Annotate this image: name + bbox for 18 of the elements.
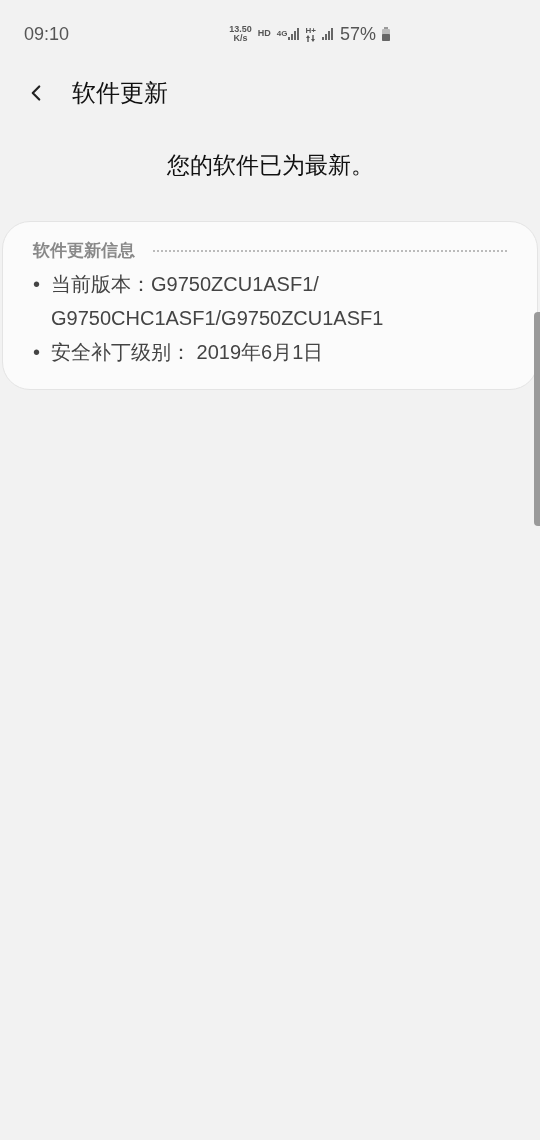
battery-percent: 57%: [339, 22, 376, 46]
data-label: H+: [305, 26, 316, 35]
info-text: 当前版本：G9750ZCU1ASF1/ G9750CHC1ASF1/G9750ZCU1ASF1: [51, 272, 384, 331]
bullet: •: [33, 272, 41, 297]
speed-unit: K/s: [233, 34, 248, 43]
section-title: 软件更新信息: [33, 239, 135, 262]
network-speed: 13.50: [229, 25, 252, 34]
hd-label: HD: [257, 27, 271, 41]
info-text: 安全补丁级别： 2019年6月1日: [51, 340, 324, 365]
signal-icon: [321, 28, 334, 40]
network-label: 4G: [276, 28, 288, 40]
up-down-arrows-icon: [306, 34, 316, 42]
bullet: •: [33, 340, 41, 365]
status-message: 您的软件已为最新。: [166, 151, 374, 180]
page-title: 软件更新: [72, 78, 168, 108]
signal-icon: [287, 28, 300, 40]
battery-icon: [382, 27, 390, 41]
status-time: 09:10: [24, 22, 70, 46]
